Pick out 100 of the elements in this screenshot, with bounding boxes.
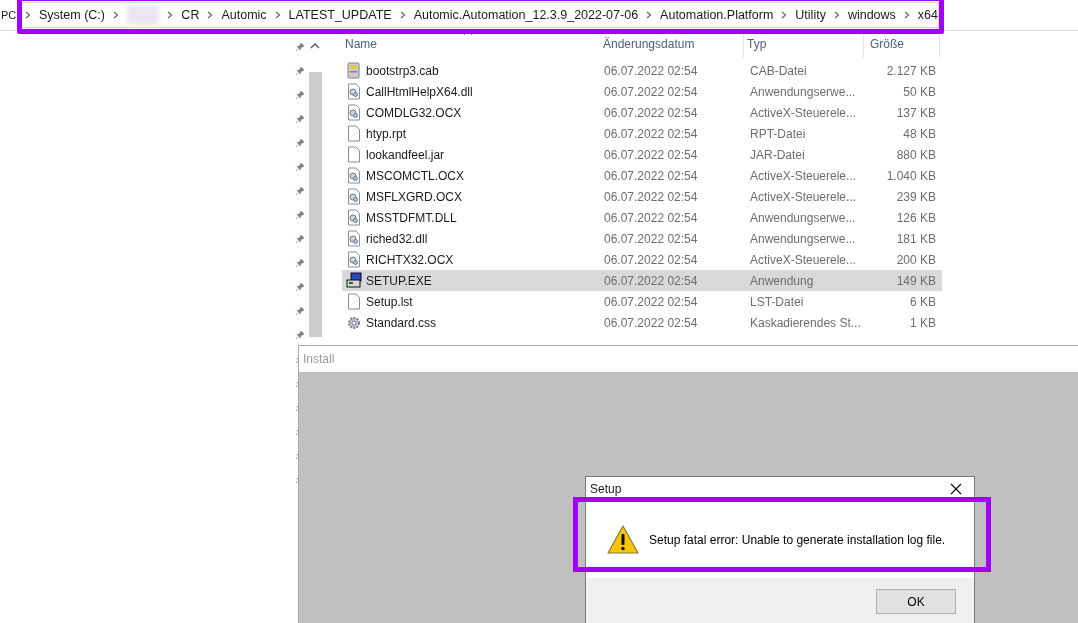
chevron-icon	[399, 11, 406, 19]
pin-icon	[294, 186, 305, 196]
chevron-icon	[25, 11, 31, 19]
file-icon	[346, 230, 362, 247]
pin-icon	[294, 306, 305, 316]
path-segment[interactable]: System (C:)	[39, 8, 105, 22]
file-row[interactable]: lookandfeel.jar 06.07.2022 02:54 JAR-Datei 880 KB	[342, 144, 942, 165]
dialog-title: Setup	[590, 482, 622, 496]
chevron-icon	[207, 11, 214, 19]
file-row[interactable]: riched32.dll 06.07.2022 02:54 Anwendungserwe... 181 KB	[342, 228, 942, 249]
file-type: LST-Datei	[749, 294, 805, 309]
path-segment[interactable]: CR	[181, 8, 200, 22]
file-row[interactable]: COMDLG32.OCX 06.07.2022 02:54 ActiveX-Steuerele... 137 KB	[342, 102, 942, 123]
file-size: 880 KB	[895, 147, 937, 162]
file-size: 137 KB	[895, 105, 937, 120]
file-row[interactable]: CallHtmlHelpX64.dll 06.07.2022 02:54 Anwendungserwe... 50 KB	[342, 81, 942, 102]
path-segment[interactable]: LATEST_UPDATE	[288, 8, 392, 22]
file-icon	[346, 167, 362, 184]
file-type: ActiveX-Steuerele...	[749, 105, 858, 120]
file-icon	[346, 62, 362, 79]
file-size: 1 KB	[909, 315, 937, 330]
path-segment[interactable]: windows	[847, 8, 896, 22]
file-icon	[346, 272, 362, 289]
pin-icon	[294, 210, 305, 220]
address-bar[interactable]: System (C:) CR Automic LATEST_UPDATE Automic.Automation_12.3.9_2022-07-06 Automation.Platform Utility windows x64	[21, 2, 939, 28]
path-segment[interactable]: Automic.Automation_12.3.9_2022-07-06	[413, 8, 639, 22]
file-type: Kaskadierendes St...	[749, 315, 862, 330]
file-date: 06.07.2022 02:54	[603, 294, 699, 309]
chevron-icon	[781, 11, 788, 19]
file-icon	[346, 293, 362, 310]
close-icon[interactable]	[950, 483, 962, 495]
file-type: Anwendung	[749, 273, 815, 288]
file-date: 06.07.2022 02:54	[603, 189, 699, 204]
path-segment[interactable]: Utility	[795, 8, 826, 22]
file-row[interactable]: SETUP.EXE 06.07.2022 02:54 Anwendung 149 KB	[342, 270, 942, 291]
file-size: 1.040 KB	[885, 168, 937, 183]
file-name: SETUP.EXE	[366, 273, 432, 288]
file-size: 149 KB	[895, 273, 937, 288]
column-header[interactable]: Größe	[864, 31, 940, 58]
column-header[interactable]: Name	[342, 31, 600, 58]
file-icon	[346, 314, 362, 331]
file-row[interactable]: MSCOMCTL.OCX 06.07.2022 02:54 ActiveX-Steuerele... 1.040 KB	[342, 165, 942, 186]
file-icon	[346, 83, 362, 100]
file-size: 6 KB	[909, 294, 937, 309]
chevron-icon	[833, 11, 840, 19]
file-date: 06.07.2022 02:54	[603, 126, 699, 141]
file-type: CAB-Datei	[749, 63, 808, 78]
path-segment[interactable]: Automic	[221, 8, 267, 22]
file-date: 06.07.2022 02:54	[603, 231, 699, 246]
file-name: bootstrp3.cab	[366, 63, 439, 78]
chevron-icon	[113, 11, 119, 19]
column-header[interactable]: Änderungsdatum	[600, 31, 744, 58]
file-row[interactable]: RICHTX32.OCX 06.07.2022 02:54 ActiveX-Steuerele... 200 KB	[342, 249, 942, 270]
file-icon	[346, 209, 362, 226]
file-icon	[346, 104, 362, 121]
file-size: 239 KB	[895, 189, 937, 204]
file-name: RICHTX32.OCX	[366, 252, 454, 267]
pin-icon	[294, 138, 305, 148]
file-type: Anwendungserwe...	[749, 231, 857, 246]
pin-icon	[294, 114, 305, 124]
pin-icon	[294, 330, 305, 340]
file-size: 181 KB	[895, 231, 937, 246]
path-root[interactable]: PC	[1, 9, 15, 21]
scroll-up-icon[interactable]	[310, 43, 320, 49]
file-date: 06.07.2022 02:54	[603, 147, 699, 162]
file-date: 06.07.2022 02:54	[603, 63, 699, 78]
file-row[interactable]: htyp.rpt 06.07.2022 02:54 RPT-Datei 48 KB	[342, 123, 942, 144]
file-type: RPT-Datei	[749, 126, 807, 141]
file-type: JAR-Datei	[749, 147, 806, 162]
file-date: 06.07.2022 02:54	[603, 252, 699, 267]
pin-icon	[294, 234, 305, 244]
column-header[interactable]: Typ	[744, 31, 864, 58]
file-date: 06.07.2022 02:54	[603, 273, 699, 288]
file-date: 06.07.2022 02:54	[603, 168, 699, 183]
file-type: ActiveX-Steuerele...	[749, 252, 858, 267]
path-segment[interactable]: Automation.Platform	[660, 8, 774, 22]
file-row[interactable]: MSFLXGRD.OCX 06.07.2022 02:54 ActiveX-Steuerele... 239 KB	[342, 186, 942, 207]
file-row[interactable]: MSSTDFMT.DLL 06.07.2022 02:54 Anwendungserwe... 126 KB	[342, 207, 942, 228]
file-name: Setup.lst	[366, 294, 413, 309]
file-type: ActiveX-Steuerele...	[749, 168, 858, 183]
file-row[interactable]: bootstrp3.cab 06.07.2022 02:54 CAB-Datei 2.127 KB	[342, 60, 942, 81]
file-row[interactable]: Setup.lst 06.07.2022 02:54 LST-Datei 6 KB	[342, 291, 942, 312]
file-size: 48 KB	[902, 126, 937, 141]
file-type: ActiveX-Steuerele...	[749, 189, 858, 204]
file-type: Anwendungserwe...	[749, 210, 857, 225]
file-row[interactable]: Standard.css 06.07.2022 02:54 Kaskadierendes St... 1 KB	[342, 312, 942, 333]
ok-button[interactable]: OK	[876, 589, 956, 614]
file-size: 126 KB	[895, 210, 937, 225]
pin-icon	[294, 258, 305, 268]
path-segment[interactable]: x64	[917, 8, 938, 22]
file-name: CallHtmlHelpX64.dll	[366, 84, 473, 99]
chevron-icon	[274, 11, 281, 19]
file-date: 06.07.2022 02:54	[603, 105, 699, 120]
warning-icon	[607, 525, 639, 554]
scrollbar-thumb[interactable]	[308, 72, 322, 337]
file-icon	[346, 188, 362, 205]
file-name: MSFLXGRD.OCX	[366, 189, 462, 204]
file-name: Standard.css	[366, 315, 437, 330]
file-name: MSCOMCTL.OCX	[366, 168, 464, 183]
pin-icon	[294, 282, 305, 292]
